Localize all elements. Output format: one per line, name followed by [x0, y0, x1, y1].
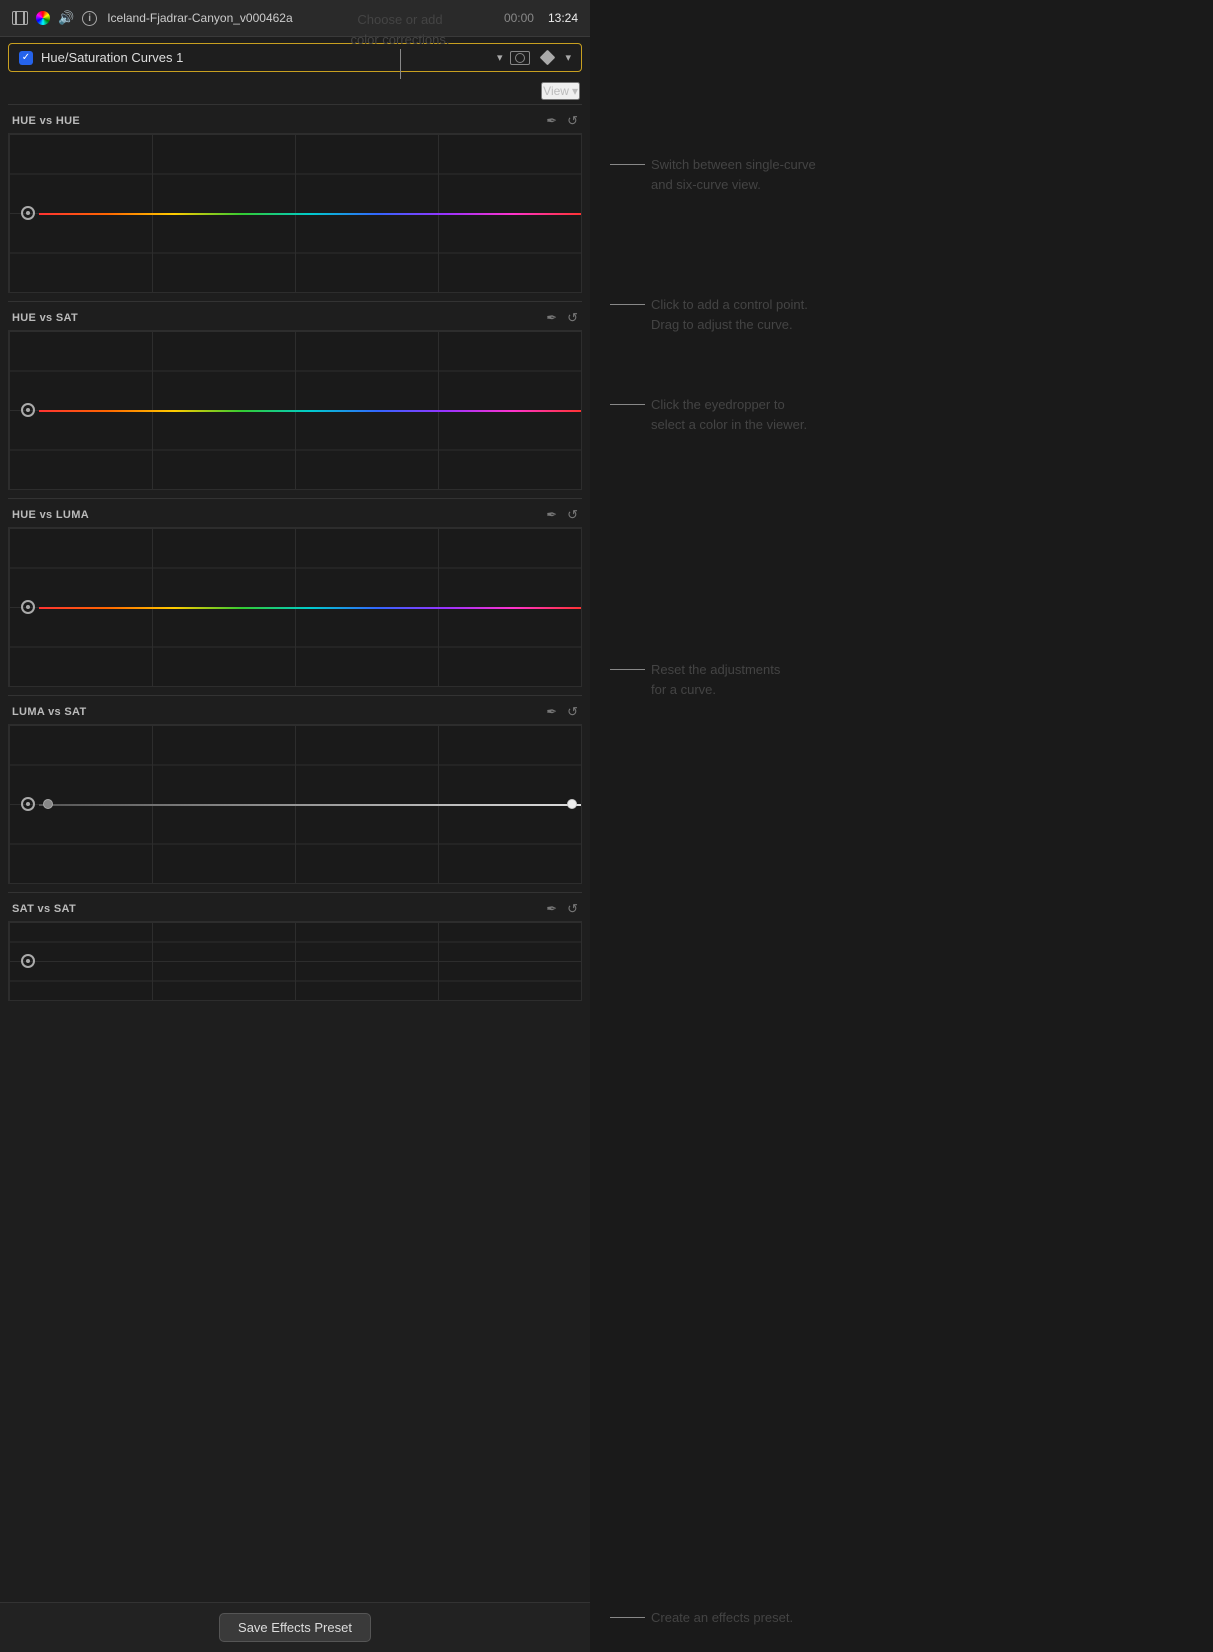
curve-actions-hue-vs-luma: ✒ ↺ [546, 507, 578, 523]
hue-vs-sat-section: HUE vs SAT ✒ ↺ [0, 301, 590, 490]
annotation-eyedropper-text: Click the eyedropper toselect a color in… [645, 395, 807, 434]
curve-label-sat-vs-sat: SAT vs SAT [12, 903, 76, 915]
curve-header-luma-vs-sat: LUMA vs SAT ✒ ↺ [8, 704, 582, 724]
sat-vs-sat-section: SAT vs SAT ✒ ↺ [0, 892, 590, 1001]
curve-label-hue-vs-hue: HUE vs HUE [12, 115, 80, 127]
curve-section-hue-vs-luma: HUE vs LUMA ✒ ↺ [8, 498, 582, 687]
reset-icon-sat-vs-sat[interactable]: ↺ [567, 901, 578, 917]
reset-icon-hue-vs-luma[interactable]: ↺ [567, 507, 578, 523]
view-bar: View ▾ [0, 78, 590, 104]
annotation-eyedropper: Click the eyedropper toselect a color in… [610, 395, 807, 434]
curve-origin-dot-hue-vs-sat [21, 403, 35, 417]
curve-origin-dot-hue-vs-luma [21, 600, 35, 614]
curve-header-sat-vs-sat: SAT vs SAT ✒ ↺ [8, 901, 582, 921]
save-effects-preset-button[interactable]: Save Effects Preset [219, 1613, 371, 1642]
curve-origin-dot-sat-vs-sat [21, 954, 35, 968]
save-bar: Save Effects Preset [0, 1602, 590, 1652]
curve-origin-dot-hue-vs-hue [21, 206, 35, 220]
annotations-area: Choose or addcolor corrections. Switch b… [590, 0, 1213, 1652]
effect-checkbox[interactable] [19, 51, 33, 65]
eyedropper-icon-hue-vs-luma[interactable]: ✒ [546, 507, 557, 523]
curve-grid-luma-vs-sat[interactable] [8, 724, 582, 884]
reset-icon-hue-vs-hue[interactable]: ↺ [567, 113, 578, 129]
header-timecode-accent: 13:24 [548, 11, 578, 25]
curve-grid-hue-vs-luma[interactable] [8, 527, 582, 687]
luma-vs-sat-section: LUMA vs SAT ✒ ↺ [0, 695, 590, 884]
eyedropper-icon-hue-vs-hue[interactable]: ✒ [546, 113, 557, 129]
reset-icon-luma-vs-sat[interactable]: ↺ [567, 704, 578, 720]
mask-icon[interactable] [510, 51, 530, 65]
curve-label-hue-vs-luma: HUE vs LUMA [12, 509, 89, 521]
curve-section-sat-vs-sat: SAT vs SAT ✒ ↺ [8, 892, 582, 1001]
view-chevron-icon: ▾ [572, 84, 578, 98]
control-point-right[interactable] [567, 799, 577, 809]
curve-header-hue-vs-hue: HUE vs HUE ✒ ↺ [8, 113, 582, 133]
curve-label-hue-vs-sat: HUE vs SAT [12, 312, 78, 324]
view-button[interactable]: View ▾ [541, 82, 580, 100]
reset-icon-hue-vs-sat[interactable]: ↺ [567, 310, 578, 326]
hue-vs-luma-section: HUE vs LUMA ✒ ↺ [0, 498, 590, 687]
eyedropper-icon-hue-vs-sat[interactable]: ✒ [546, 310, 557, 326]
annotation-control-point: Click to add a control point.Drag to adj… [610, 295, 808, 334]
effect-menu-arrow[interactable]: ▾ [565, 51, 571, 64]
annotation-view-text: Switch between single-curveand six-curve… [645, 155, 816, 194]
annotation-reset-text: Reset the adjustmentsfor a curve. [645, 660, 780, 699]
annotation-save: Create an effects preset. [610, 1608, 793, 1628]
eyedropper-icon-sat-vs-sat[interactable]: ✒ [546, 901, 557, 917]
curve-section-luma-vs-sat: LUMA vs SAT ✒ ↺ [8, 695, 582, 884]
header-icons: 🔊 i [12, 10, 97, 26]
speaker-icon[interactable]: 🔊 [58, 10, 74, 26]
curve-actions-hue-vs-sat: ✒ ↺ [546, 310, 578, 326]
info-icon[interactable]: i [82, 11, 97, 26]
curve-grid-hue-vs-sat[interactable] [8, 330, 582, 490]
eyedropper-icon-luma-vs-sat[interactable]: ✒ [546, 704, 557, 720]
left-panel: 🔊 i Iceland-Fjadrar-Canyon_v000462a 00:0… [0, 0, 590, 1652]
curve-grid-hue-vs-hue[interactable] [8, 133, 582, 293]
color-wheel-icon[interactable] [36, 11, 50, 25]
curve-line-hue-vs-luma [39, 607, 581, 609]
curve-actions-hue-vs-hue: ✒ ↺ [546, 113, 578, 129]
curve-label-luma-vs-sat: LUMA vs SAT [12, 706, 87, 718]
curve-origin-dot-luma-vs-sat [21, 797, 35, 811]
annotation-control-point-text: Click to add a control point.Drag to adj… [645, 295, 808, 334]
view-button-label: View [543, 84, 569, 98]
curve-header-hue-vs-luma: HUE vs LUMA ✒ ↺ [8, 507, 582, 527]
curve-section-hue-vs-hue: HUE vs HUE ✒ ↺ [8, 104, 582, 293]
annotation-choose-color-text: Choose or addcolor corrections. [351, 12, 450, 47]
curve-line-luma-vs-sat [39, 804, 581, 806]
curve-grid-sat-vs-sat[interactable] [8, 921, 582, 1001]
annotation-choose-color: Choose or addcolor corrections. [290, 10, 510, 79]
keyframe-icon[interactable] [540, 50, 556, 66]
curve-actions-luma-vs-sat: ✒ ↺ [546, 704, 578, 720]
curve-actions-sat-vs-sat: ✒ ↺ [546, 901, 578, 917]
curve-header-hue-vs-sat: HUE vs SAT ✒ ↺ [8, 310, 582, 330]
main-container: 🔊 i Iceland-Fjadrar-Canyon_v000462a 00:0… [0, 0, 1213, 1652]
curve-line-hue-vs-sat [39, 410, 581, 412]
effect-bar-actions: ▾ [510, 51, 571, 65]
film-icon[interactable] [12, 11, 28, 25]
hue-vs-hue-section: HUE vs HUE ✒ ↺ [0, 104, 590, 293]
annotation-reset: Reset the adjustmentsfor a curve. [610, 660, 780, 699]
control-point-left[interactable] [43, 799, 53, 809]
curve-section-hue-vs-sat: HUE vs SAT ✒ ↺ [8, 301, 582, 490]
curve-line-hue-vs-hue [39, 213, 581, 215]
annotation-view: Switch between single-curveand six-curve… [610, 155, 816, 194]
annotation-save-text: Create an effects preset. [645, 1608, 793, 1628]
